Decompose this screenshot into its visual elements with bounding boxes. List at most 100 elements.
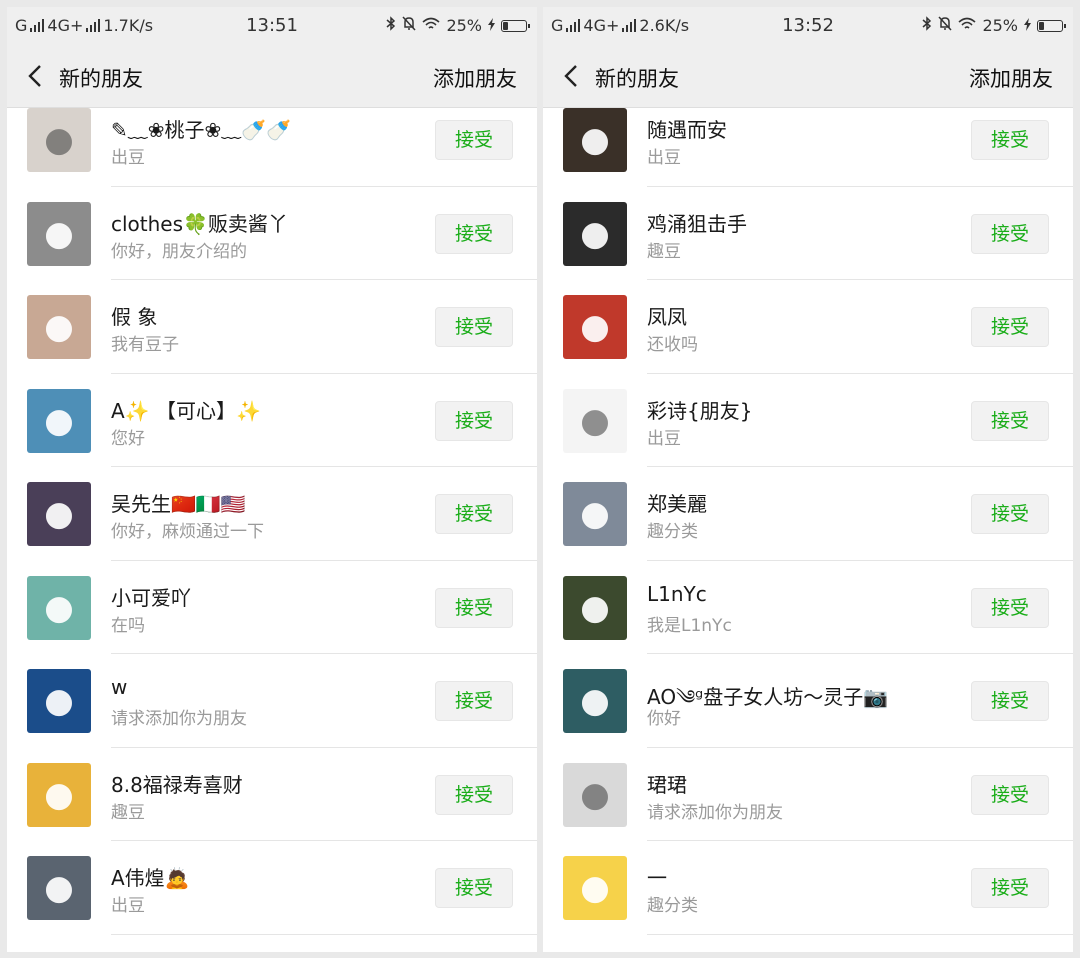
- accept-button[interactable]: 接受: [435, 494, 513, 534]
- request-name: ✎﹏❀桃子❀﹏🍼🍼: [111, 118, 292, 142]
- friend-request-row[interactable]: ● 一 趣分类 接受: [543, 841, 1073, 935]
- avatar[interactable]: ●: [27, 762, 91, 827]
- request-message: 你好: [647, 709, 681, 729]
- couple-photo-icon: ●: [44, 213, 74, 254]
- friend-request-row[interactable]: ● 凤凤 还收吗 接受: [543, 280, 1073, 374]
- bluetooth-icon: [922, 16, 932, 35]
- accept-button[interactable]: 接受: [435, 587, 513, 628]
- accept-button[interactable]: 接受: [435, 681, 513, 721]
- avatar[interactable]: ●: [27, 201, 91, 266]
- avatar[interactable]: ●: [563, 669, 627, 733]
- accept-button[interactable]: 接受: [971, 494, 1049, 534]
- egg-creature-icon: ●: [44, 587, 74, 628]
- mute-bell-icon: [938, 16, 952, 35]
- back-arrow-icon[interactable]: [563, 65, 579, 87]
- back-arrow-icon[interactable]: [27, 65, 43, 87]
- wifi-icon: [422, 16, 440, 35]
- accept-button[interactable]: 接受: [971, 400, 1049, 441]
- avatar[interactable]: ●: [563, 856, 627, 920]
- friend-request-row[interactable]: ● 吴先生🇨🇳🇮🇹🇺🇸 你好，麻烦通过一下 接受: [7, 467, 537, 561]
- request-message: 我有豆子: [111, 335, 179, 355]
- add-friends-button[interactable]: 添加朋友: [969, 63, 1053, 93]
- friend-request-row[interactable]: ● AO༄ᵍ盘子女人坊～灵子📷 你好 接受: [543, 654, 1073, 748]
- request-message: 出豆: [647, 148, 681, 168]
- avatar[interactable]: ●: [563, 482, 627, 546]
- request-name: A伟煌🙇: [111, 866, 190, 890]
- bluetooth-icon: [386, 16, 396, 35]
- request-message: 出豆: [111, 148, 145, 168]
- friend-request-list: ● 随遇而安 出豆 接受 ● 鸡涌狙击手 趣豆 接受 ● 凤凤 还收吗 接受 ●…: [543, 93, 1073, 935]
- battery-fill: [1039, 21, 1044, 30]
- accept-button[interactable]: 接受: [971, 774, 1049, 815]
- request-message: 在吗: [111, 615, 145, 636]
- accept-button[interactable]: 接受: [435, 868, 513, 908]
- request-message: 您好: [111, 428, 145, 449]
- cartoon-luffy-icon: ●: [44, 774, 74, 815]
- friend-request-row[interactable]: ● A✨ 【可心】✨ 您好 接受: [7, 374, 537, 467]
- accept-button[interactable]: 接受: [971, 213, 1049, 254]
- phone-screen-right: G 4G+ 2.6K/s 13:52 25% 新的朋友 添加朋友 ● 随遇而安 …: [543, 7, 1073, 952]
- accept-button[interactable]: 接受: [435, 400, 513, 441]
- friend-request-row[interactable]: ● clothes🍀贩卖酱丫 你好，朋友介绍的 接受: [7, 187, 537, 280]
- accept-button[interactable]: 接受: [435, 307, 513, 347]
- friend-request-row[interactable]: ● 郑美麗 趣分类 接受: [543, 467, 1073, 561]
- accept-button[interactable]: 接受: [435, 213, 513, 254]
- avatar[interactable]: ●: [563, 201, 627, 266]
- avatar[interactable]: ●: [27, 575, 91, 640]
- request-message: 我是L1nYc: [647, 615, 732, 636]
- battery-percent: 25%: [982, 16, 1018, 35]
- friend-request-row[interactable]: ● 8.8福禄寿喜财 趣豆 接受: [7, 748, 537, 841]
- accept-button[interactable]: 接受: [971, 307, 1049, 347]
- request-name: clothes🍀贩卖酱丫: [111, 211, 288, 236]
- request-message: 趣豆: [111, 802, 145, 823]
- avatar[interactable]: ●: [27, 482, 91, 546]
- friend-request-row[interactable]: ● 鸡涌狙击手 趣豆 接受: [543, 187, 1073, 280]
- avatar[interactable]: ●: [563, 295, 627, 359]
- friend-request-list: ● ✎﹏❀桃子❀﹏🍼🍼 出豆 接受 ● clothes🍀贩卖酱丫 你好，朋友介绍…: [7, 93, 537, 935]
- avatar[interactable]: ●: [27, 388, 91, 453]
- friend-request-row[interactable]: ● L1nYc 我是L1nYc 接受: [543, 561, 1073, 654]
- row-divider: [647, 933, 1073, 935]
- friend-request-row[interactable]: ● 彩诗{朋友} 出豆 接受: [543, 374, 1073, 467]
- request-name: AO༄ᵍ盘子女人坊～灵子📷: [647, 685, 889, 709]
- avatar[interactable]: ●: [563, 762, 627, 827]
- avatar[interactable]: ●: [27, 669, 91, 733]
- person-photo-icon: ●: [44, 120, 74, 160]
- friend-request-row[interactable]: ● 珺珺 请求添加你为朋友 接受: [543, 748, 1073, 841]
- request-name: 假 象: [111, 305, 158, 329]
- mute-bell-icon: [402, 16, 416, 35]
- request-name: 随遇而安: [647, 118, 727, 142]
- friend-request-row[interactable]: ● A伟煌🙇 出豆 接受: [7, 841, 537, 935]
- request-message: 出豆: [111, 896, 145, 916]
- friend-request-row[interactable]: ● 假 象 我有豆子 接受: [7, 280, 537, 374]
- request-name: L1nYc: [647, 581, 707, 606]
- avatar[interactable]: ●: [563, 108, 627, 172]
- avatar[interactable]: ●: [27, 108, 91, 172]
- request-message: 趣分类: [647, 896, 698, 916]
- office-photo-icon: ●: [44, 868, 74, 908]
- e-logo-icon: ●: [44, 681, 74, 721]
- accept-button[interactable]: 接受: [435, 120, 513, 160]
- request-name: 小可爱吖: [111, 585, 191, 610]
- avatar[interactable]: ●: [563, 388, 627, 453]
- friend-request-row[interactable]: ● w 请求添加你为朋友 接受: [7, 654, 537, 748]
- accept-button[interactable]: 接受: [435, 774, 513, 815]
- man-photo-icon: ●: [580, 213, 610, 254]
- accept-button[interactable]: 接受: [971, 587, 1049, 628]
- accept-button[interactable]: 接受: [971, 120, 1049, 160]
- request-name: 鸡涌狙击手: [647, 211, 747, 236]
- avatar[interactable]: ●: [27, 856, 91, 920]
- request-message: 你好，朋友介绍的: [111, 241, 247, 262]
- cartoon-girl-icon: ●: [580, 868, 610, 908]
- phone-screen-left: G 4G+ 1.7K/s 13:51 25% 新的朋友 添加朋友 ● ✎﹏❀桃子…: [7, 7, 537, 952]
- add-friends-button[interactable]: 添加朋友: [433, 63, 517, 93]
- request-message: 你好，麻烦通过一下: [111, 522, 264, 542]
- friend-request-row[interactable]: ● ✎﹏❀桃子❀﹏🍼🍼 出豆 接受: [7, 93, 537, 187]
- page-title: 新的朋友: [595, 67, 679, 91]
- friend-request-row[interactable]: ● 随遇而安 出豆 接受: [543, 93, 1073, 187]
- avatar[interactable]: ●: [563, 575, 627, 640]
- avatar[interactable]: ●: [27, 295, 91, 359]
- friend-request-row[interactable]: ● 小可爱吖 在吗 接受: [7, 561, 537, 654]
- accept-button[interactable]: 接受: [971, 868, 1049, 908]
- accept-button[interactable]: 接受: [971, 681, 1049, 721]
